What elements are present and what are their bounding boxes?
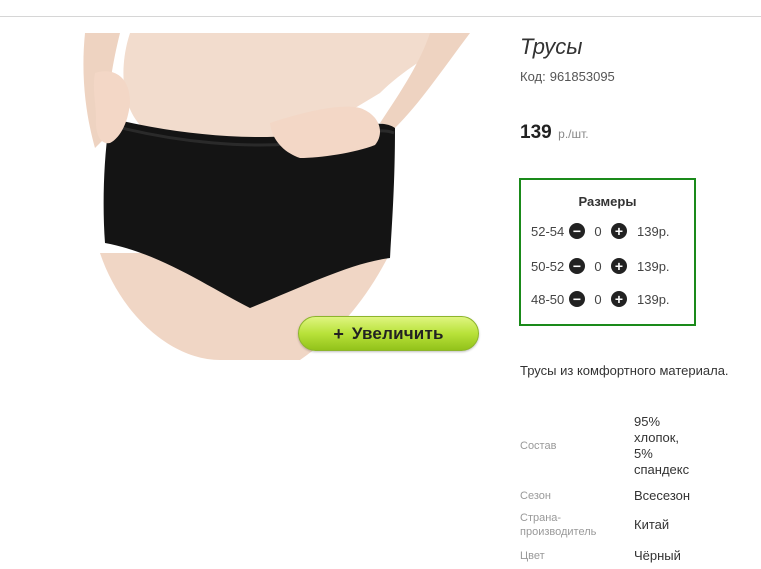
plus-circle-icon[interactable]: + [611, 223, 627, 239]
plus-icon: + [333, 323, 344, 344]
product-description: Трусы из комфортного материала. [520, 363, 729, 378]
spec-key-line: производитель [520, 526, 597, 538]
product-code-value: 961853095 [549, 69, 615, 84]
size-price: 139р. [637, 258, 670, 274]
minus-circle-icon[interactable]: − [569, 291, 585, 307]
size-row: 52-54 − 0 + 139р. [531, 222, 670, 240]
size-label: 52-54 [531, 223, 565, 239]
top-divider [0, 16, 761, 17]
product-photo-illustration [83, 33, 470, 360]
spec-row-composition: Состав 95% хлопок, 5% спандекс [520, 414, 689, 478]
size-row: 48-50 − 0 + 139р. [531, 290, 670, 308]
spec-row-season: Сезон Всесезон [520, 488, 690, 504]
spec-value: Китай [634, 517, 670, 532]
spec-value-line: 95% [634, 414, 661, 429]
spec-key: Страна- производитель [520, 511, 634, 539]
quantity-value: 0 [594, 258, 602, 274]
spec-value: Чёрный [634, 548, 681, 563]
price-value: 139 [520, 122, 552, 143]
spec-value-line: хлопок, [634, 430, 680, 445]
size-row: 50-52 − 0 + 139р. [531, 257, 670, 275]
spec-key: Цвет [520, 550, 545, 562]
spec-key-line: Страна- [520, 512, 562, 524]
quantity-value: 0 [594, 291, 602, 307]
size-selector: Размеры 52-54 − 0 + 139р. 50-52 − 0 + 13… [519, 178, 696, 326]
spec-value-line: спандекс [634, 462, 690, 477]
product-code: Код: 961853095 [520, 69, 615, 84]
spec-value: 95% хлопок, 5% спандекс [634, 414, 689, 478]
plus-circle-icon[interactable]: + [611, 258, 627, 274]
spec-key: Состав [520, 440, 557, 452]
plus-circle-icon[interactable]: + [611, 291, 627, 307]
minus-circle-icon[interactable]: − [569, 258, 585, 274]
size-label: 48-50 [531, 291, 565, 307]
product-image[interactable] [0, 33, 489, 360]
minus-circle-icon[interactable]: − [569, 223, 585, 239]
size-selector-title: Размеры [578, 194, 637, 209]
zoom-button-label: Увеличить [351, 323, 444, 343]
size-label: 50-52 [531, 258, 565, 274]
spec-value: Всесезон [634, 488, 691, 503]
quantity-value: 0 [594, 223, 602, 239]
product-price: 139 р./шт. [520, 122, 589, 144]
spec-value-line: 5% [634, 446, 653, 461]
size-price: 139р. [637, 223, 670, 239]
spec-key: Сезон [520, 490, 551, 502]
product-title: Трусы [520, 34, 583, 59]
spec-row-country: Страна- производитель Китай [520, 511, 669, 539]
product-code-label: Код: [520, 69, 546, 84]
size-price: 139р. [637, 291, 670, 307]
spec-row-color: Цвет Чёрный [520, 548, 681, 564]
price-unit: р./шт. [558, 127, 589, 141]
zoom-button[interactable]: + Увеличить [298, 316, 479, 351]
